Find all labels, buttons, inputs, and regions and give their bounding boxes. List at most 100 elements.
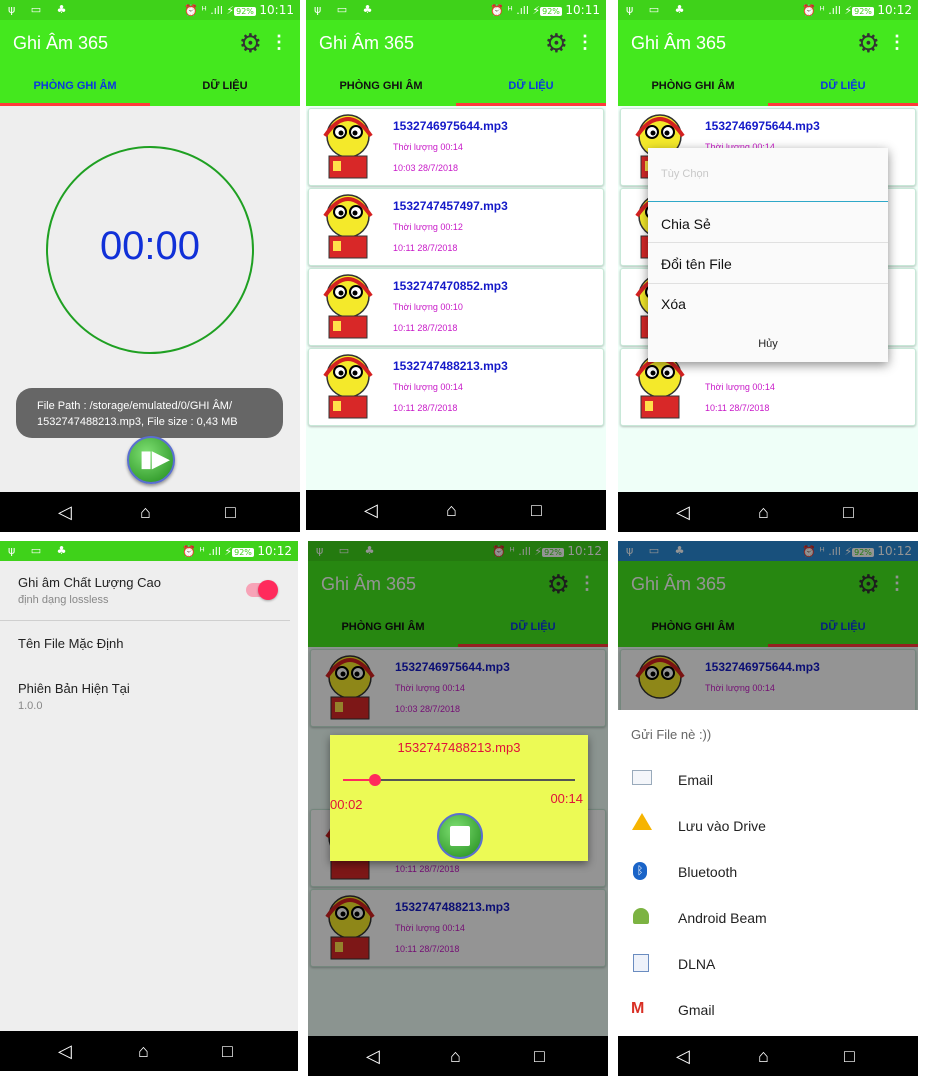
app-bar: Ghi Âm 365 ⚙ ⋮: [0, 20, 300, 66]
option-share[interactable]: Chia Sẻ: [661, 216, 711, 232]
share-item-label: Android Beam: [678, 910, 767, 926]
clock: 10:12: [257, 544, 292, 558]
nav-bar: ◁ ⌂ □: [306, 490, 606, 530]
player-file-name: 1532747488213.mp3: [397, 740, 521, 755]
dlna-icon: [633, 954, 649, 972]
play-pause-icon: ▮▶: [140, 446, 170, 471]
overflow-menu-icon[interactable]: ⋮: [576, 32, 594, 53]
share-sheet: Gửi File nè :)) Email Lưu vào Drive ᛒ Bl…: [618, 710, 918, 1036]
stop-icon: [450, 826, 470, 846]
back-icon[interactable]: ◁: [676, 1046, 690, 1067]
battery-indicator: 92%: [852, 7, 874, 16]
tab-indicator: [768, 103, 918, 106]
share-item-bluetooth[interactable]: ᛒ Bluetooth: [618, 850, 918, 896]
recording-duration: Thời lượng 00:14: [393, 142, 463, 152]
settings-divider: [0, 620, 290, 621]
tab-record[interactable]: PHÒNG GHI ÂM: [306, 66, 456, 106]
home-icon[interactable]: ⌂: [450, 1046, 461, 1067]
seek-bar[interactable]: [343, 774, 575, 786]
setting-hq[interactable]: Ghi âm Chất Lượng Cao định dạng lossless: [0, 563, 298, 619]
hq-toggle[interactable]: [246, 580, 278, 600]
back-icon[interactable]: ◁: [676, 502, 690, 523]
screen-share-sheet: ψ ▭ ♣ ⏰ ᴴ .ıll ⚡ 92% 10:12 Ghi Âm 365 ⚙ ⋮…: [618, 541, 918, 1076]
tab-data[interactable]: DỮ LIỆU: [768, 66, 918, 106]
recents-icon[interactable]: □: [534, 1046, 545, 1067]
recording-card[interactable]: 1532747457497.mp3 Thời lượng 00:12 10:11…: [308, 188, 604, 266]
share-item-android-beam[interactable]: Android Beam: [618, 896, 918, 942]
overflow-menu-icon[interactable]: ⋮: [270, 32, 288, 53]
nav-bar: ◁ ⌂ □: [618, 1036, 918, 1076]
home-icon[interactable]: ⌂: [446, 500, 457, 521]
back-icon[interactable]: ◁: [58, 502, 72, 523]
option-rename[interactable]: Đổi tên File: [661, 256, 732, 272]
recents-icon[interactable]: □: [222, 1041, 233, 1062]
app-title: Ghi Âm 365: [631, 33, 727, 53]
recents-icon[interactable]: □: [844, 1046, 855, 1067]
gmail-icon: M: [631, 1000, 645, 1017]
option-delete[interactable]: Xóa: [661, 296, 686, 312]
home-icon[interactable]: ⌂: [758, 502, 769, 523]
stop-button[interactable]: [437, 813, 483, 859]
recording-date: 10:11 28/7/2018: [393, 323, 458, 333]
nav-bar: ◁ ⌂ □: [0, 492, 300, 532]
tab-bar: PHÒNG GHI ÂM DỮ LIỆU: [618, 66, 918, 106]
recording-name: 1532747470852.mp3: [393, 279, 508, 293]
mascot-icon: [323, 114, 373, 179]
seek-thumb[interactable]: [369, 774, 382, 786]
tab-record[interactable]: PHÒNG GHI ÂM: [0, 66, 150, 106]
overflow-menu-icon[interactable]: ⋮: [888, 32, 906, 53]
battery-indicator: 92%: [234, 7, 256, 16]
status-bar: ψ ▭ ♣ ⏰ ᴴ .ıll ⚡ 92% 10:12: [0, 541, 298, 561]
tab-data[interactable]: DỮ LIỆU: [456, 66, 606, 106]
elapsed-time: 00:02: [330, 797, 363, 812]
recents-icon[interactable]: □: [843, 502, 854, 523]
nav-bar: ◁ ⌂ □: [308, 1036, 608, 1076]
recording-card[interactable]: 1532747470852.mp3 Thời lượng 00:10 10:11…: [308, 268, 604, 346]
tab-record[interactable]: PHÒNG GHI ÂM: [618, 66, 768, 106]
share-item-label: Gmail: [678, 1002, 715, 1018]
dialog-title-divider: [648, 201, 888, 202]
share-item-drive[interactable]: Lưu vào Drive: [618, 804, 918, 850]
recording-date: 10:03 28/7/2018: [393, 163, 459, 173]
screen-data-list: ψ ▭ ♣ ⏰ ᴴ .ıll ⚡ 92% 10:11 Ghi Âm 365 ⚙ ⋮…: [306, 0, 606, 530]
recents-icon[interactable]: □: [225, 502, 236, 523]
gear-icon[interactable]: ⚙: [545, 28, 568, 59]
share-item-label: Bluetooth: [678, 864, 738, 880]
recording-card[interactable]: 1532746975644.mp3 Thời lượng 00:14 10:03…: [308, 108, 604, 186]
toast-line-2: 1532747488213.mp3, File size : 0,43 MB: [37, 416, 238, 428]
dialog-title: Tùy Chọn: [661, 168, 709, 180]
setting-hq-subtitle: định dạng lossless: [18, 594, 109, 606]
status-right: ⏰ ᴴ .ıll ⚡ 92% 10:12: [182, 544, 292, 558]
back-icon[interactable]: ◁: [58, 1041, 72, 1062]
recents-icon[interactable]: □: [531, 500, 542, 521]
app-bar: Ghi Âm 365 ⚙ ⋮: [306, 20, 606, 66]
record-play-button[interactable]: ▮▶: [127, 436, 175, 484]
recording-card[interactable]: 1532747488213.mp3 Thời lượng 00:14 10:11…: [308, 348, 604, 426]
setting-default-name[interactable]: Tên File Mặc Định: [0, 623, 298, 663]
tab-bar: PHÒNG GHI ÂM DỮ LIỆU: [306, 66, 606, 106]
share-item-dlna[interactable]: DLNA: [618, 942, 918, 988]
scrim[interactable]: [618, 541, 918, 710]
tab-data[interactable]: DỮ LIỆU: [150, 66, 300, 106]
status-bar: ψ ▭ ♣ ⏰ ᴴ .ıll ⚡ 92% 10:12: [618, 0, 918, 20]
timer-circle: 00:00: [46, 146, 254, 354]
app-bar: Ghi Âm 365 ⚙ ⋮: [618, 20, 918, 66]
gear-icon[interactable]: ⚙: [239, 28, 262, 59]
back-icon[interactable]: ◁: [364, 500, 378, 521]
mascot-icon: [323, 274, 373, 339]
gear-icon[interactable]: ⚙: [857, 28, 880, 59]
cancel-button[interactable]: Hủy: [648, 338, 888, 350]
back-icon[interactable]: ◁: [366, 1046, 380, 1067]
home-icon[interactable]: ⌂: [140, 502, 151, 523]
screen-player: ψ ▭ ♣ ⏰ ᴴ .ıll ⚡ 92% 10:12 Ghi Âm 365 ⚙ ⋮…: [308, 541, 608, 1076]
recording-name: 1532746975644.mp3: [705, 119, 820, 133]
recording-date: 10:11 28/7/2018: [393, 403, 458, 413]
tab-indicator: [456, 103, 606, 106]
share-item-email[interactable]: Email: [618, 758, 918, 804]
home-icon[interactable]: ⌂: [138, 1041, 149, 1062]
setting-version: Phiên Bản Hiện Tại 1.0.0: [0, 671, 298, 721]
share-item-gmail[interactable]: M Gmail: [618, 988, 918, 1034]
nav-bar: ◁ ⌂ □: [618, 492, 918, 532]
recording-date: 10:11 28/7/2018: [705, 403, 770, 413]
home-icon[interactable]: ⌂: [758, 1046, 769, 1067]
